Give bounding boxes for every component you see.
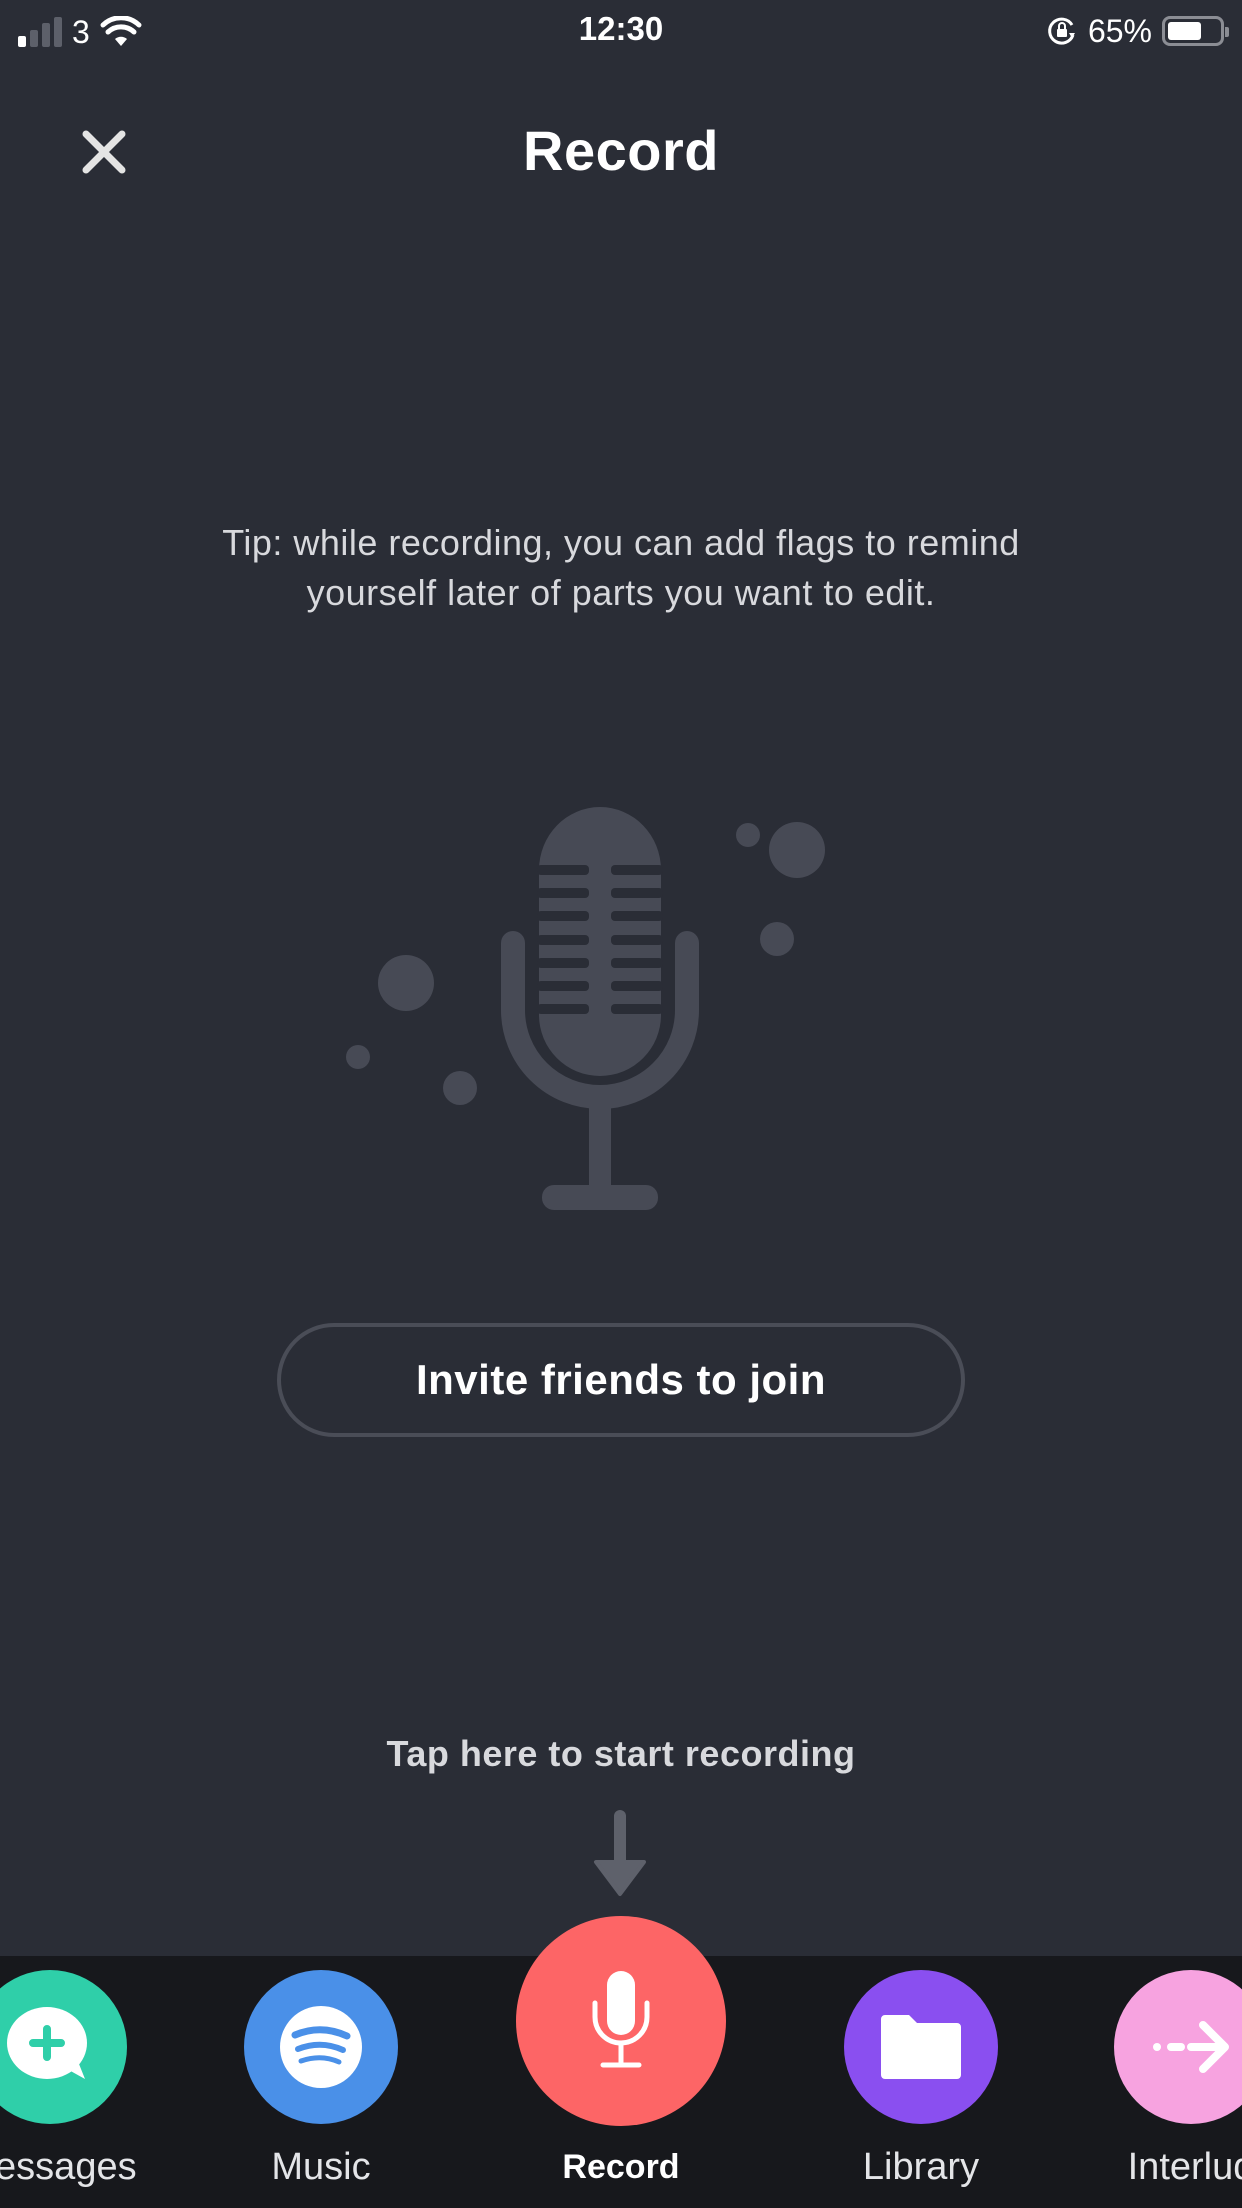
decor-dot bbox=[378, 955, 434, 1011]
tip-text: Tip: while recording, you can add flags … bbox=[222, 522, 1020, 613]
tab-label: Record bbox=[562, 2148, 680, 2186]
tab-label: Messages bbox=[0, 2146, 137, 2188]
status-bar-right: 65% bbox=[1046, 10, 1229, 52]
message-plus-icon bbox=[7, 2007, 87, 2079]
battery-level-fill bbox=[1168, 22, 1201, 40]
decor-dot bbox=[769, 822, 825, 878]
dashed-arrow-right-icon bbox=[1153, 2021, 1229, 2073]
record-button[interactable] bbox=[516, 1916, 726, 2126]
decor-dot bbox=[443, 1071, 477, 1105]
tab-icon-circle bbox=[1114, 1970, 1242, 2124]
folder-icon bbox=[881, 2015, 961, 2079]
tab-music[interactable]: Music bbox=[201, 1970, 441, 2189]
battery-percent: 65% bbox=[1087, 12, 1152, 49]
invite-friends-button[interactable]: Invite friends to join bbox=[277, 1323, 965, 1437]
start-recording-hint: Tap here to start recording bbox=[386, 1733, 856, 1774]
decor-dot bbox=[346, 1045, 370, 1069]
tab-label: Library bbox=[862, 2146, 980, 2188]
tab-icon-circle bbox=[0, 1970, 127, 2124]
arrow-down-icon bbox=[594, 1810, 646, 1896]
tab-messages[interactable]: Messages bbox=[0, 1970, 170, 2189]
page-title: Record bbox=[523, 119, 719, 182]
battery-icon bbox=[1162, 16, 1229, 46]
spotify-icon bbox=[280, 2006, 362, 2088]
tab-label: Interlud bbox=[1127, 2146, 1242, 2188]
tab-icon-circle bbox=[844, 1970, 998, 2124]
tab-interlude[interactable]: Interlud bbox=[1071, 1970, 1242, 2189]
decor-dot bbox=[736, 823, 760, 847]
decor-dot bbox=[760, 922, 794, 956]
tab-icon-circle bbox=[244, 1970, 398, 2124]
microphone-illustration bbox=[346, 807, 825, 1210]
rotation-lock-icon bbox=[1048, 17, 1075, 45]
tab-label: Music bbox=[271, 2146, 371, 2188]
microphone-icon bbox=[592, 1971, 650, 2068]
tab-library[interactable]: Library bbox=[801, 1970, 1041, 2189]
tab-record[interactable]: Record bbox=[516, 1916, 726, 2187]
